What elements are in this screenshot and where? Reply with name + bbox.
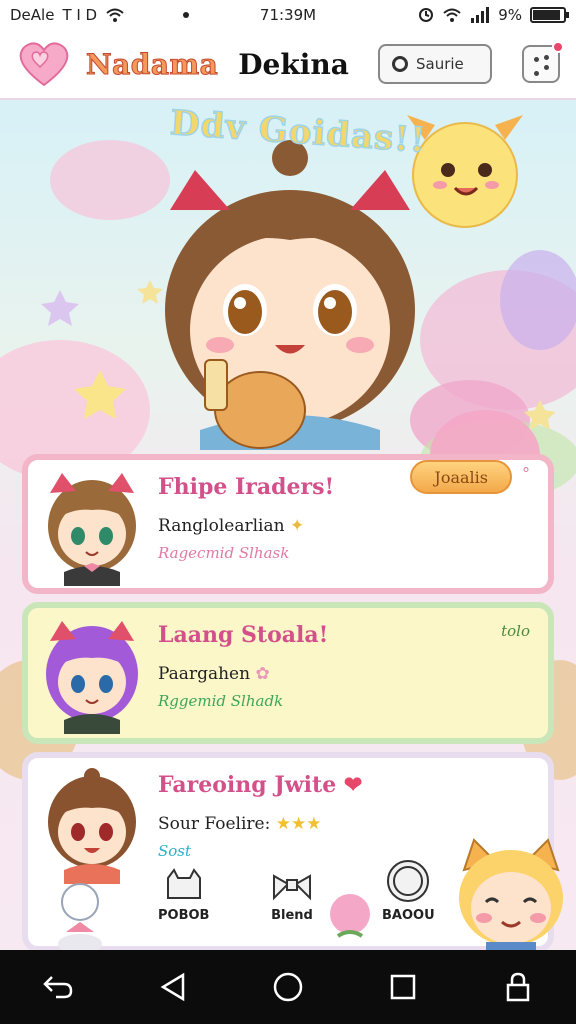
card-title-text: Fareoing Jwite bbox=[158, 772, 337, 798]
signal-icon bbox=[471, 7, 490, 23]
carrier-suffix: T I D bbox=[62, 6, 98, 24]
search-label: Saurie bbox=[416, 55, 464, 73]
brand-secondary[interactable]: Dekina bbox=[238, 48, 349, 81]
alarm-icon bbox=[419, 8, 434, 22]
avatar bbox=[40, 468, 144, 586]
event-card-2[interactable]: Laang Stoala! tolo Paargahen ✿ Rggemid S… bbox=[22, 602, 554, 744]
dock-item-pobob[interactable]: POBOB bbox=[158, 868, 209, 923]
dot-icon bbox=[183, 12, 190, 18]
nav-recents-button[interactable] bbox=[373, 957, 433, 1017]
card-title: Fhipe Iraders! bbox=[158, 474, 335, 500]
avatar bbox=[40, 766, 144, 884]
event-card-1[interactable]: Fhipe Iraders! Ranglolearlian ✦ Ragecmid… bbox=[22, 454, 554, 594]
battery-fill bbox=[533, 10, 560, 20]
recents-square-icon bbox=[390, 974, 416, 1000]
details-suffix: ° bbox=[522, 464, 530, 483]
avatar bbox=[40, 616, 144, 734]
triangle-back-icon bbox=[160, 972, 185, 1002]
card-line-text: Ranglolearlian bbox=[158, 516, 285, 536]
system-nav-bar bbox=[0, 950, 576, 1024]
lock-icon bbox=[507, 972, 530, 1002]
wifi-icon bbox=[106, 8, 124, 22]
wifi-icon-right bbox=[443, 8, 461, 22]
flower-icon: ✿ bbox=[255, 664, 270, 684]
dock-label: Blend bbox=[271, 908, 313, 923]
battery-percent: 9% bbox=[498, 6, 522, 24]
dock-item-blend[interactable]: Blend bbox=[270, 868, 314, 923]
battery-icon bbox=[530, 7, 569, 23]
card-subtitle: Ragecmid Slhask bbox=[158, 544, 290, 562]
nav-lock-button[interactable] bbox=[488, 957, 548, 1017]
status-right: 9% bbox=[418, 6, 569, 24]
search-button[interactable]: Saurie bbox=[378, 44, 492, 84]
search-icon bbox=[392, 56, 408, 72]
dice-button[interactable] bbox=[522, 41, 564, 83]
card-title: Laang Stoala! bbox=[158, 622, 329, 648]
sparkle-icon: ✦ bbox=[289, 516, 305, 536]
heart-icon[interactable] bbox=[16, 40, 72, 88]
card-title: Fareoing Jwite ❤ bbox=[158, 772, 362, 798]
card-subtitle: Rggemid Slhadk bbox=[158, 692, 284, 710]
carrier-label: DeAle bbox=[10, 6, 55, 24]
dock-label: POBOB bbox=[158, 908, 210, 923]
nav-back-button[interactable] bbox=[28, 957, 88, 1017]
back-arrow-icon bbox=[42, 976, 72, 999]
nav-home-button[interactable] bbox=[258, 957, 318, 1017]
card-line-text: Paargahen bbox=[158, 664, 251, 684]
status-bar: DeAle T I D 71:39M 9% bbox=[0, 0, 576, 30]
details-button[interactable]: Joaalis bbox=[410, 460, 512, 494]
dice-dot bbox=[544, 65, 549, 70]
dice-dot bbox=[534, 71, 539, 76]
dock-label: BAOOU bbox=[382, 908, 435, 923]
card-line-text: Sour Foelire: bbox=[158, 814, 271, 834]
dock-item-baoou[interactable]: BAOOU bbox=[382, 858, 435, 923]
flower-decoration-icon bbox=[330, 894, 370, 938]
card-description: Paargahen ✿ bbox=[158, 664, 270, 684]
nav-triangle-button[interactable] bbox=[143, 957, 203, 1017]
status-left: DeAle T I D bbox=[10, 6, 190, 24]
notification-badge bbox=[552, 41, 564, 53]
ribbon-icon bbox=[273, 874, 311, 901]
cat-stamp-icon bbox=[166, 868, 201, 899]
home-circle-icon bbox=[273, 972, 303, 1002]
app-header: Nadama Dekina Saurie bbox=[0, 30, 576, 100]
bottom-left-mascot-icon bbox=[58, 883, 102, 950]
rating-stars: ★★★ bbox=[275, 814, 322, 834]
card-description: Ranglolearlian ✦ bbox=[158, 516, 304, 536]
heart-icon: ❤ bbox=[343, 772, 363, 798]
card-description: Sour Foelire: ★★★ bbox=[158, 814, 321, 834]
coin-icon bbox=[387, 860, 430, 902]
card-tag: tolo bbox=[501, 622, 530, 640]
mascot-cat-icon[interactable] bbox=[446, 830, 576, 960]
details-button-label: Joaalis bbox=[434, 467, 488, 487]
dice-dot bbox=[544, 55, 549, 60]
brand-primary[interactable]: Nadama bbox=[85, 47, 218, 81]
dice-icon bbox=[534, 57, 539, 62]
card-subtitle: Sost bbox=[158, 842, 192, 860]
